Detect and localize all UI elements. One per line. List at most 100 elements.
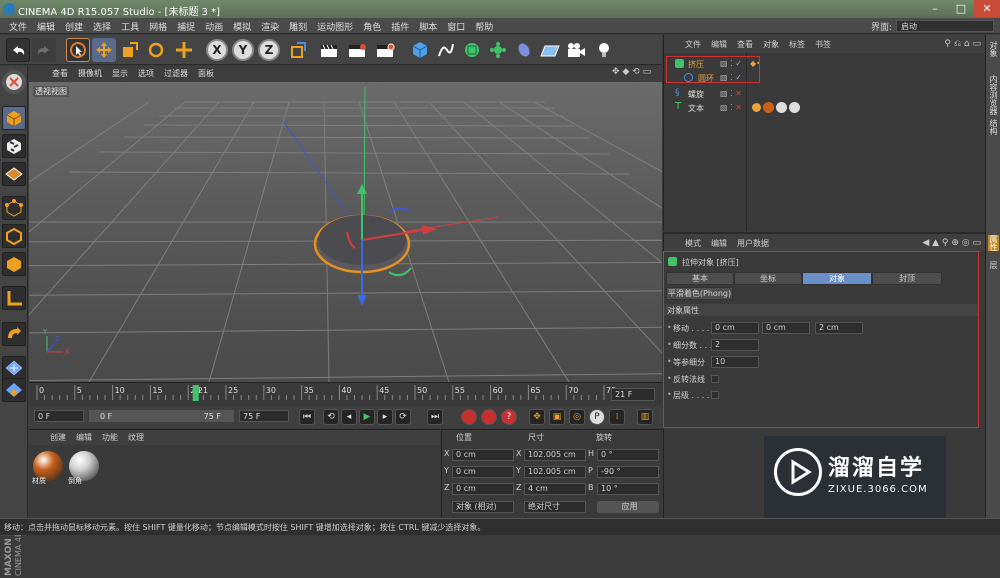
workplane-mode-icon[interactable] <box>2 162 26 186</box>
menu-item-14[interactable]: 脚本 <box>414 18 442 33</box>
material-menu-item-1[interactable]: 编辑 <box>71 430 97 445</box>
prev-key-button[interactable]: ⟲ <box>323 409 339 425</box>
move-icon[interactable] <box>92 38 116 62</box>
viewport-menu-item-4[interactable]: 过滤器 <box>159 66 193 82</box>
perspective-viewport[interactable]: Y X Z 透视视图 <box>29 82 662 382</box>
size-x-field[interactable]: 102.005 cm <box>524 449 586 461</box>
object-menu-item-2[interactable]: 查看 <box>732 35 758 53</box>
visibility-icon[interactable]: ▧ ⁚ ✕ <box>720 89 742 98</box>
next-key-button[interactable]: ⟳ <box>395 409 411 425</box>
menu-item-13[interactable]: 插件 <box>386 18 414 33</box>
make-editable-icon[interactable] <box>2 70 26 94</box>
menu-item-8[interactable]: 模拟 <box>228 18 256 33</box>
menu-item-15[interactable]: 窗口 <box>442 18 470 33</box>
prev-frame-button[interactable]: ◂ <box>341 409 357 425</box>
close-button[interactable]: ✕ <box>974 0 1000 17</box>
menu-item-3[interactable]: 选择 <box>88 18 116 33</box>
record-keys-button[interactable] <box>461 409 477 425</box>
current-frame-field[interactable]: 21 F <box>611 388 655 401</box>
material-menu-item-3[interactable]: 纹理 <box>123 430 149 445</box>
snap-icon[interactable] <box>2 378 26 402</box>
range-slider[interactable]: 0 F 75 F <box>89 410 234 422</box>
material-item-0[interactable]: 材质 <box>31 450 65 496</box>
render-settings-icon[interactable] <box>374 38 398 62</box>
model-mode-icon[interactable] <box>2 106 26 130</box>
start-frame-field[interactable]: 0 F <box>34 410 84 422</box>
key-parameter-button[interactable]: P <box>589 409 605 425</box>
viewport-menu-item-2[interactable]: 显示 <box>107 66 133 82</box>
object-row-helix[interactable]: § 螺旋 ▧ ⁚ ✕ <box>664 87 986 101</box>
attribute-menu-item-0[interactable]: 模式 <box>680 234 706 252</box>
key-scale-button[interactable]: ▣ <box>549 409 565 425</box>
layout-select[interactable]: 启动 <box>896 20 994 32</box>
floor-icon[interactable] <box>538 38 562 62</box>
menu-item-11[interactable]: 运动图形 <box>312 18 358 33</box>
viewport-menu-item-5[interactable]: 面板 <box>193 66 219 82</box>
y-axis-lock-button[interactable]: Y <box>232 39 254 61</box>
viewport-menu-item-3[interactable]: 选项 <box>133 66 159 82</box>
attribute-menu-item-1[interactable]: 编辑 <box>706 234 732 252</box>
end-frame-field[interactable]: 75 F <box>239 410 289 422</box>
key-position-button[interactable]: ✥ <box>529 409 545 425</box>
menu-item-16[interactable]: 帮助 <box>470 18 498 33</box>
tag-material-icon[interactable] <box>789 102 800 113</box>
key-pla-button[interactable]: ⁞ <box>609 409 625 425</box>
play-button[interactable]: ▶ <box>359 409 375 425</box>
object-menu-item-0[interactable]: 文件 <box>680 35 706 53</box>
object-manager-tools[interactable]: ⚲ ⎌ ⌂ ▭ <box>944 39 981 49</box>
tag-phong-icon[interactable] <box>752 103 761 112</box>
tag-material-icon[interactable] <box>776 102 787 113</box>
undo-icon[interactable] <box>6 38 30 62</box>
tag-material-icon[interactable] <box>763 102 774 113</box>
rotation-b-field[interactable]: 10 ° <box>597 483 659 495</box>
attribute-manager-tools[interactable]: ◀ ▲ ⚲ ⊕ ◎ ▭ <box>922 238 981 248</box>
menu-item-2[interactable]: 创建 <box>60 18 88 33</box>
visibility-icon[interactable]: ▧ ⁚ ✕ <box>720 103 742 112</box>
position-y-field[interactable]: 0 cm <box>452 466 514 478</box>
object-row-text[interactable]: T 文本 ▧ ⁚ ✕ <box>664 101 986 115</box>
render-view-icon[interactable] <box>318 38 342 62</box>
object-menu-item-5[interactable]: 书签 <box>810 35 836 53</box>
rotate-icon[interactable] <box>144 38 168 62</box>
menu-item-1[interactable]: 编辑 <box>32 18 60 33</box>
menu-item-5[interactable]: 网格 <box>144 18 172 33</box>
menu-item-0[interactable]: 文件 <box>4 18 32 33</box>
tweak-mode-icon[interactable] <box>2 322 26 346</box>
transform-icon[interactable] <box>172 38 196 62</box>
menu-item-9[interactable]: 渲染 <box>256 18 284 33</box>
viewport-nav-icons[interactable]: ✥ ◆ ⟲ ▭ <box>612 67 651 77</box>
x-axis-lock-button[interactable]: X <box>206 39 228 61</box>
menu-item-6[interactable]: 捕捉 <box>172 18 200 33</box>
light-icon[interactable] <box>592 38 616 62</box>
keyframe-selection-button[interactable]: ? <box>501 409 517 425</box>
material-item-1[interactable]: 倒角 <box>67 450 101 496</box>
key-rotation-button[interactable]: ◎ <box>569 409 585 425</box>
array-icon[interactable] <box>486 38 510 62</box>
playhead[interactable] <box>192 385 199 401</box>
side-tab-objects[interactable]: 对象 <box>988 41 999 57</box>
camera-icon[interactable] <box>564 38 588 62</box>
material-menu-item-2[interactable]: 功能 <box>97 430 123 445</box>
side-tab-layers[interactable]: 层 <box>988 261 999 269</box>
viewport-solo-icon[interactable] <box>2 356 26 380</box>
pen-spline-icon[interactable] <box>434 38 458 62</box>
material-menu-item-0[interactable]: 创建 <box>45 430 71 445</box>
edges-mode-icon[interactable] <box>2 224 26 248</box>
timeline-window-button[interactable]: ▥ <box>637 409 653 425</box>
points-mode-icon[interactable] <box>2 196 26 220</box>
size-y-field[interactable]: 102.005 cm <box>524 466 586 478</box>
object-menu-item-1[interactable]: 编辑 <box>706 35 732 53</box>
go-to-end-button[interactable]: ⏭ <box>427 409 443 425</box>
go-to-start-button[interactable]: ⏮ <box>299 409 315 425</box>
redo-icon[interactable] <box>32 38 56 62</box>
viewport-menu-item-0[interactable]: 查看 <box>47 66 73 82</box>
menu-item-12[interactable]: 角色 <box>358 18 386 33</box>
render-picture-viewer-icon[interactable] <box>346 38 370 62</box>
coordinate-system-icon[interactable] <box>286 38 310 62</box>
polygons-mode-icon[interactable] <box>2 252 26 276</box>
axis-mode-icon[interactable] <box>2 286 26 310</box>
menu-item-10[interactable]: 雕刻 <box>284 18 312 33</box>
object-menu-item-4[interactable]: 标签 <box>784 35 810 53</box>
viewport-menu-item-1[interactable]: 摄像机 <box>73 66 107 82</box>
subdivision-surface-icon[interactable] <box>460 38 484 62</box>
